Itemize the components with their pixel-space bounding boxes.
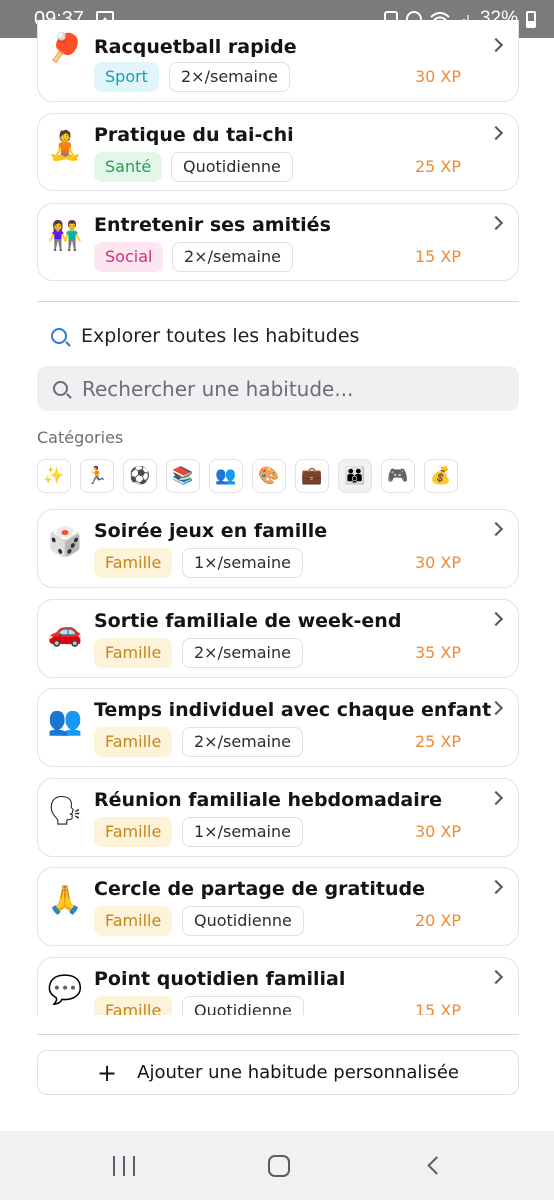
dice-icon: 🎲 [47,525,83,558]
habit-title: Réunion familiale hebdomadaire [94,789,443,811]
search-input[interactable] [82,376,502,401]
chevron-right-icon [488,611,504,627]
habit-title: Cercle de partage de gratitude [94,878,425,900]
chevron-right-icon [488,969,504,985]
category-badge: Famille [94,548,173,578]
habit-card[interactable]: 👫 Entretenir ses amitiés Social 2×/semai… [37,203,519,281]
xp-value: 15 XP [414,247,461,266]
frequency-badge: Quotidienne [182,906,304,936]
category-badge: Famille [94,727,173,757]
car-icon: 🚗 [47,615,83,648]
speech-bubble-icon: 💬 [47,973,83,1006]
category-badge: Famille [94,906,173,936]
search-bar[interactable] [37,366,519,411]
habit-title: Pratique du tai-chi [94,124,294,146]
chevron-right-icon [488,790,504,806]
category-badge: Santé [94,152,163,182]
chevron-right-icon [488,125,504,141]
frequency-badge: 2×/semaine [182,727,303,757]
frequency-badge: Quotidienne [171,152,293,182]
category-games-icon[interactable]: 🎮 [381,459,415,493]
habit-card[interactable]: 👥 Temps individuel avec chaque enfant Fa… [37,688,519,767]
xp-value: 15 XP [414,1001,461,1015]
habit-title: Entretenir ses amitiés [94,214,331,236]
habit-title: Point quotidien familial [94,968,346,990]
add-custom-habit-button[interactable]: + Ajouter une habitude personnalisée [37,1050,519,1095]
back-icon[interactable] [427,1156,446,1175]
category-badge: Famille [94,638,173,668]
category-creativity-icon[interactable]: 🎨 [252,459,286,493]
chevron-right-icon [488,879,504,895]
habit-title: Soirée jeux en famille [94,520,328,542]
frequency-badge: 2×/semaine [169,62,290,92]
habit-emoji-icon: 🧘 [47,129,83,162]
home-icon[interactable] [268,1155,290,1177]
category-work-icon[interactable]: 💼 [295,459,329,493]
xp-value: 30 XP [414,553,461,572]
plus-icon: + [97,1058,118,1087]
xp-value: 35 XP [414,643,461,662]
frequency-badge: Quotidienne [182,996,304,1015]
search-icon [51,328,67,344]
category-sport-icon[interactable]: ⚽ [123,459,157,493]
habit-card[interactable]: 🧘 Pratique du tai-chi Santé Quotidienne … [37,113,519,191]
habit-emoji-icon: 🏓 [47,31,83,64]
add-button-label: Ajouter une habitude personnalisée [137,1062,459,1083]
habit-card[interactable]: 💬 Point quotidien familial Famille Quoti… [37,957,519,1015]
category-social-icon[interactable]: 👥 [209,459,243,493]
habit-card[interactable]: 🗣 Réunion familiale hebdomadaire Famille… [37,778,519,857]
praying-hands-icon: 🙏 [47,883,83,916]
category-badge: Social [94,242,164,272]
people-icon: 👥 [47,704,83,737]
frequency-badge: 1×/semaine [182,548,303,578]
section-divider [37,301,519,302]
habit-emoji-icon: 👫 [47,219,83,252]
category-finance-icon[interactable]: 💰 [424,459,458,493]
habit-list[interactable]: 🎲 Soirée jeux en famille Famille 1×/sema… [0,505,554,1015]
search-icon [53,381,68,396]
category-learning-icon[interactable]: 📚 [166,459,200,493]
category-fitness-icon[interactable]: 🏃 [80,459,114,493]
category-badge: Sport [94,62,159,92]
chevron-right-icon [488,521,504,537]
habit-card[interactable]: 🚗 Sortie familiale de week-end Famille 2… [37,599,519,678]
explore-header: Explorer toutes les habitudes [37,322,359,350]
categories-label: Catégories [37,428,124,447]
category-badge: Famille [94,996,173,1015]
xp-value: 25 XP [414,732,461,751]
section-divider [37,1034,519,1035]
xp-value: 30 XP [414,67,461,86]
frequency-badge: 1×/semaine [182,817,303,847]
recent-apps-icon[interactable] [113,1156,135,1176]
category-filter-row: ✨ 🏃 ⚽ 📚 👥 🎨 💼 👪 🎮 💰 [37,459,458,493]
category-badge: Famille [94,817,173,847]
frequency-badge: 2×/semaine [172,242,293,272]
speaking-head-icon: 🗣 [47,794,83,827]
system-nav-bar [0,1131,554,1200]
habit-card[interactable]: 🙏 Cercle de partage de gratitude Famille… [37,867,519,946]
category-all-icon[interactable]: ✨ [37,459,71,493]
xp-value: 20 XP [414,911,461,930]
xp-value: 25 XP [414,157,461,176]
habit-card[interactable]: 🏓 Racquetball rapide Sport 2×/semaine 30… [37,20,519,102]
chevron-right-icon [488,215,504,231]
habit-title: Racquetball rapide [94,36,297,58]
category-family-icon[interactable]: 👪 [338,459,372,493]
habit-title: Temps individuel avec chaque enfant [94,699,492,721]
habit-title: Sortie familiale de week-end [94,610,402,632]
frequency-badge: 2×/semaine [182,638,303,668]
xp-value: 30 XP [414,822,461,841]
explore-title: Explorer toutes les habitudes [81,325,360,347]
chevron-right-icon [488,37,504,53]
habit-card[interactable]: 🎲 Soirée jeux en famille Famille 1×/sema… [37,509,519,588]
battery-icon [526,10,536,28]
